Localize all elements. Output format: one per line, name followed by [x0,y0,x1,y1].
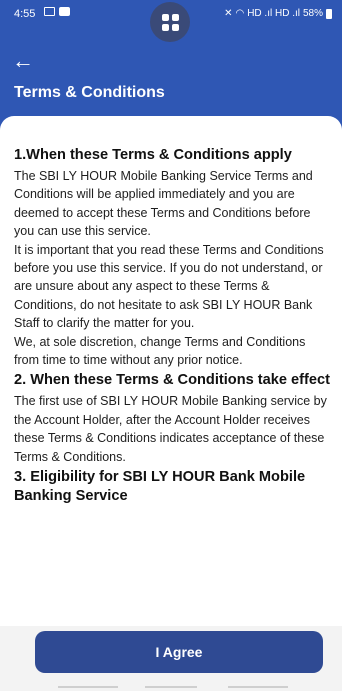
terms-card[interactable]: 1.When these Terms & Conditions apply Th… [0,116,342,626]
terms-section-3: 3. Eligibility for SBI LY HOUR Bank Mobi… [14,468,330,506]
section-heading: 2. When these Terms & Conditions take ef… [14,372,330,389]
status-notification-icons [44,7,70,16]
back-arrow-icon[interactable]: ← [8,46,38,76]
status-indicators: ✕ ◠ HD .ıl HD .ıl 58% [224,8,332,19]
scroll-fade [0,600,342,626]
status-time: 4:55 [14,8,36,20]
gallery-icon [44,7,55,16]
nav-bar-indicator [145,686,197,688]
nav-bar-indicator [58,686,118,688]
terms-content: 1.When these Terms & Conditions apply Th… [14,144,330,508]
section-paragraph: The SBI LY HOUR Mobile Banking Service T… [14,169,313,239]
terms-section-2: 2. When these Terms & Conditions take ef… [14,371,330,466]
section-paragraph: It is important that you read these Term… [14,242,324,331]
agree-button[interactable]: I Agree [35,631,323,673]
signal-text: HD .ıl HD .ıl [247,8,300,19]
section-heading: 3. Eligibility for SBI LY HOUR Bank Mobi… [14,469,306,505]
message-icon [59,7,70,16]
section-heading: 1.When these Terms & Conditions apply [14,147,292,163]
page-title: Terms & Conditions [14,84,165,101]
section-paragraph: The first use of SBI LY HOUR Mobile Bank… [14,394,327,464]
battery-level: 58% [302,8,323,19]
terms-section-1: 1.When these Terms & Conditions apply Th… [14,146,330,369]
app-switcher-icon[interactable] [150,2,190,42]
battery-icon [326,8,332,19]
nav-bar-indicator [228,686,288,688]
app-header: 4:55 ✕ ◠ HD .ıl HD .ıl 58% ← Terms & Con… [0,0,342,130]
section-paragraph: We, at sole discretion, change Terms and… [14,334,306,368]
wifi-icon: ◠ [235,8,245,19]
mute-icon: ✕ [224,8,233,19]
